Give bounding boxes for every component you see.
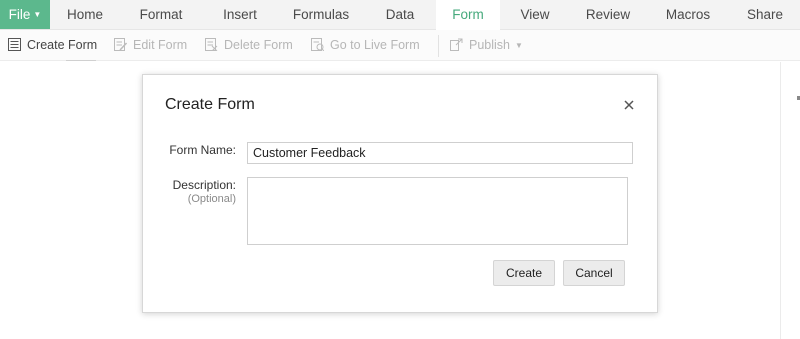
toolbar-divider xyxy=(438,35,439,57)
create-form-dialog: Create Form Form Name: Description: (Opt… xyxy=(142,74,658,313)
column-marker xyxy=(66,60,96,61)
menu-form[interactable]: Form xyxy=(436,0,500,30)
menu-view[interactable]: View xyxy=(500,0,570,29)
publish-button[interactable]: Publish ▼ xyxy=(450,30,523,60)
form-icon xyxy=(8,38,21,51)
menu-bar: File ▼ Home Format Insert Formulas Data F… xyxy=(0,0,800,30)
menu-data[interactable]: Data xyxy=(364,0,436,29)
cancel-button[interactable]: Cancel xyxy=(563,260,625,286)
file-menu-button[interactable]: File ▼ xyxy=(0,0,50,29)
edit-form-label: Edit Form xyxy=(133,38,188,52)
form-name-input[interactable] xyxy=(247,142,633,164)
form-name-label: Form Name: xyxy=(169,143,236,157)
chevron-down-icon: ▼ xyxy=(33,10,42,19)
publish-icon xyxy=(450,38,463,51)
menu-insert[interactable]: Insert xyxy=(202,0,278,29)
create-form-button[interactable]: Create Form xyxy=(8,30,97,60)
delete-form-label: Delete Form xyxy=(224,38,293,52)
create-button[interactable]: Create xyxy=(493,260,555,286)
menu-macros[interactable]: Macros xyxy=(646,0,730,29)
delete-form-icon xyxy=(205,38,218,51)
description-textarea[interactable] xyxy=(247,177,628,245)
edit-form-icon xyxy=(114,38,127,51)
form-toolbar: Create Form Edit Form Delete Form Go to … xyxy=(0,30,800,61)
go-to-live-form-label: Go to Live Form xyxy=(330,38,420,52)
description-optional-hint: (Optional) xyxy=(187,193,236,205)
delete-form-button[interactable]: Delete Form xyxy=(205,30,293,60)
dialog-title: Create Form xyxy=(165,96,255,113)
publish-label: Publish xyxy=(469,38,510,52)
sheet-edge-line xyxy=(780,62,781,339)
menu-formulas[interactable]: Formulas xyxy=(278,0,364,29)
create-form-label: Create Form xyxy=(27,38,98,52)
menu-home[interactable]: Home xyxy=(50,0,120,29)
menu-review[interactable]: Review xyxy=(570,0,646,29)
live-form-icon xyxy=(311,38,324,51)
close-icon[interactable] xyxy=(621,97,637,113)
edit-form-button[interactable]: Edit Form xyxy=(114,30,187,60)
file-menu-label: File xyxy=(8,7,31,22)
menu-share[interactable]: Share xyxy=(730,0,800,29)
chevron-down-icon: ▼ xyxy=(515,41,523,50)
description-label: Description: xyxy=(172,178,236,192)
go-to-live-form-button[interactable]: Go to Live Form xyxy=(311,30,420,60)
menu-format[interactable]: Format xyxy=(120,0,202,29)
